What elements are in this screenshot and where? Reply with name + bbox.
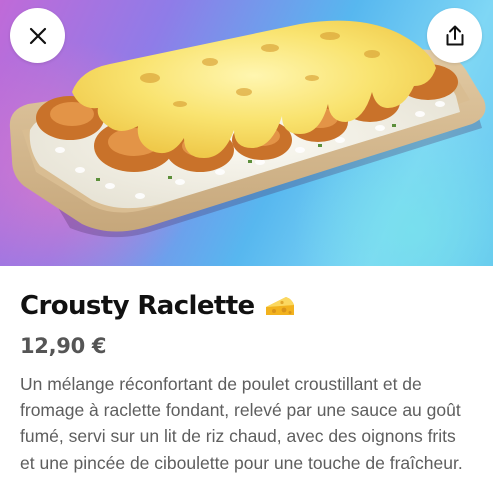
close-icon (29, 27, 46, 44)
product-price: 12,90 € (20, 334, 107, 358)
product-description: Un mélange réconfortant de poulet croust… (20, 374, 463, 473)
dish-illustration (9, 20, 486, 238)
share-icon (446, 25, 463, 45)
product-title: Crousty Raclette (20, 291, 255, 321)
product-hero-image (0, 0, 493, 266)
cheese-emoji-icon (265, 297, 294, 315)
title-row: Crousty Raclette (20, 290, 295, 322)
share-button[interactable] (427, 8, 482, 63)
product-detail-screen: Crousty Raclette 12,90 € Un mélange réco… (0, 0, 493, 500)
product-info: Crousty Raclette 12,90 € Un mélange réco… (0, 266, 493, 500)
close-button[interactable] (10, 8, 65, 63)
